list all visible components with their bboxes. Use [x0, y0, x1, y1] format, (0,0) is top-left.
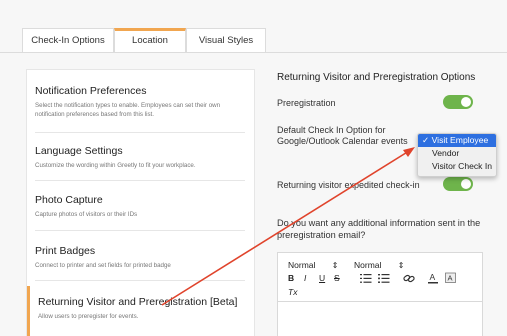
- setting-title: Language Settings: [35, 145, 123, 157]
- link-icon[interactable]: [403, 273, 415, 286]
- check-in-option-dropdown[interactable]: ✓ Visit Employee Vendor Visitor Check In: [417, 133, 497, 177]
- bold-button[interactable]: B: [288, 273, 294, 283]
- svg-text:A: A: [430, 272, 436, 282]
- style-select[interactable]: Normal ⇕: [288, 260, 338, 270]
- setting-description: Allow users to preregister for events.: [38, 313, 139, 320]
- additional-info-question: Do you want any additional information s…: [277, 218, 481, 240]
- tab-visual-styles[interactable]: Visual Styles: [186, 28, 266, 53]
- tab-check-in-options[interactable]: Check-In Options: [22, 28, 114, 53]
- setting-description: Customize the wording within Greetly to …: [35, 162, 196, 169]
- style-select-value: Normal: [288, 260, 316, 270]
- divider: [35, 230, 245, 231]
- preregistration-label: Preregistration: [277, 98, 336, 108]
- tab-location[interactable]: Location: [114, 28, 186, 53]
- active-indicator: [27, 286, 30, 336]
- expedited-check-in-toggle[interactable]: [443, 177, 473, 191]
- setting-photo-capture[interactable]: Photo Capture Capture photos of visitors…: [35, 194, 245, 220]
- setting-language-settings[interactable]: Language Settings Customize the wording …: [35, 145, 245, 171]
- checkmark-icon: ✓: [422, 135, 430, 145]
- background-color-icon[interactable]: A: [445, 272, 456, 286]
- select-arrows-icon: ⇕: [397, 261, 405, 270]
- editor-toolbar: Normal ⇕ Normal ⇕ B I U S A A Tx: [278, 253, 482, 302]
- setting-description: Connect to printer and set fields for pr…: [35, 262, 171, 269]
- expedited-check-in-label: Returning visitor expedited check-in: [277, 180, 420, 190]
- strike-button[interactable]: S: [334, 273, 340, 283]
- dropdown-option-visitor-check-in[interactable]: Visitor Check In: [418, 160, 496, 173]
- clear-formatting-button[interactable]: Tx: [288, 287, 297, 297]
- bullet-list-icon[interactable]: [378, 273, 390, 285]
- setting-notification-preferences[interactable]: Notification Preferences Select the noti…: [35, 85, 245, 119]
- divider: [35, 180, 245, 181]
- setting-title: Notification Preferences: [35, 85, 147, 97]
- email-editor: Normal ⇕ Normal ⇕ B I U S A A Tx: [277, 252, 483, 336]
- default-check-in-label: Default Check In Option for Google/Outlo…: [277, 125, 408, 146]
- font-color-icon[interactable]: A: [428, 272, 438, 286]
- svg-text:A: A: [448, 274, 453, 283]
- dropdown-option-visit-employee[interactable]: ✓ Visit Employee: [418, 134, 496, 147]
- setting-title: Photo Capture: [35, 194, 103, 206]
- size-select-value: Normal: [354, 260, 382, 270]
- settings-list: Notification Preferences Select the noti…: [26, 69, 255, 336]
- setting-description: Capture photos of visitors or their IDs: [35, 211, 138, 218]
- setting-print-badges[interactable]: Print Badges Connect to printer and set …: [35, 245, 245, 271]
- italic-button[interactable]: I: [304, 273, 306, 283]
- size-select[interactable]: Normal ⇕: [354, 260, 404, 270]
- underline-button[interactable]: U: [319, 273, 325, 283]
- setting-title: Print Badges: [35, 245, 96, 257]
- divider: [35, 280, 245, 281]
- ordered-list-icon[interactable]: [360, 274, 372, 285]
- dropdown-option-vendor[interactable]: Vendor: [418, 147, 496, 160]
- setting-description: Select the notification types to enable.…: [35, 102, 221, 118]
- preregistration-toggle[interactable]: [443, 95, 473, 109]
- setting-returning-visitor[interactable]: Returning Visitor and Preregistration [B…: [38, 296, 248, 322]
- setting-title: Returning Visitor and Preregistration [B…: [38, 296, 238, 308]
- divider: [35, 132, 245, 133]
- section-heading: Returning Visitor and Preregistration Op…: [277, 72, 476, 83]
- select-arrows-icon: ⇕: [331, 261, 339, 270]
